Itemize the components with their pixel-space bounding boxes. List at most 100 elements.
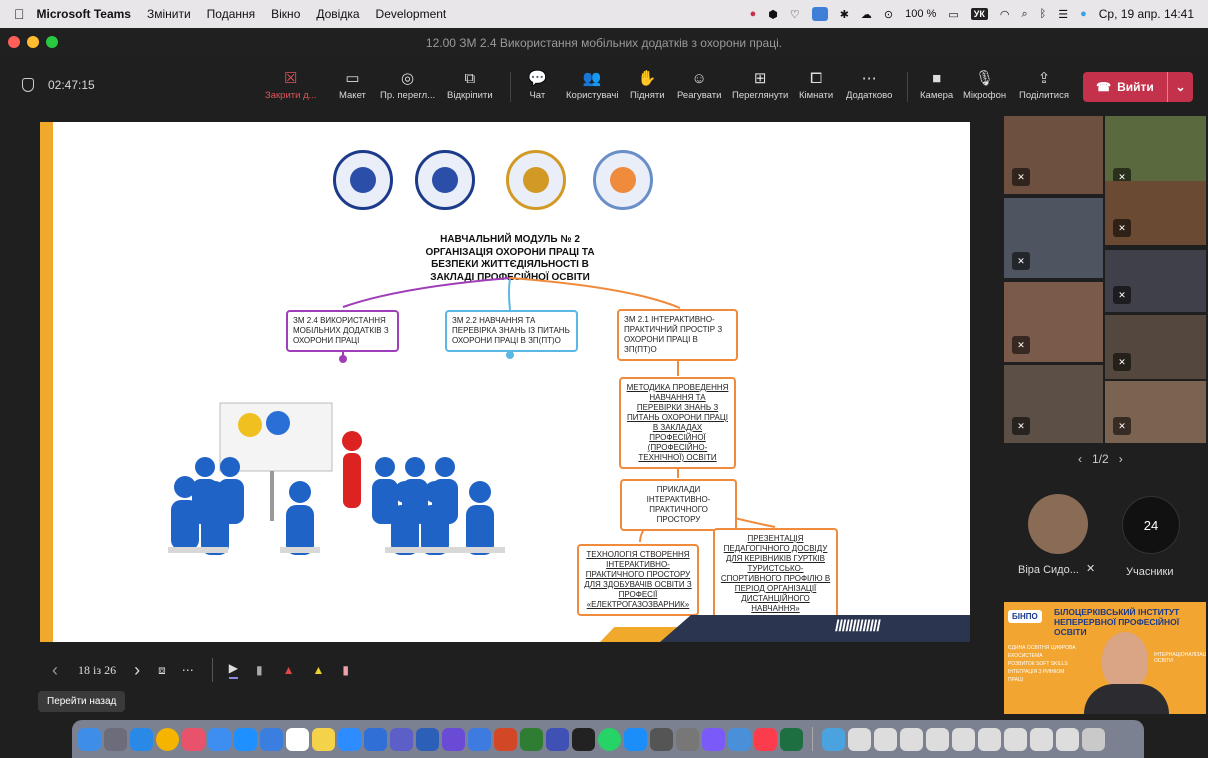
menu-window[interactable]: Вікно	[271, 7, 300, 21]
siri-icon[interactable]: ●	[1080, 8, 1087, 20]
search-icon[interactable]: ⌕	[1021, 8, 1027, 21]
users-button[interactable]: 👥 Користувачі	[566, 66, 618, 101]
eraser-tool-icon[interactable]: ▮	[256, 663, 263, 677]
next-slide-icon[interactable]: ›	[134, 660, 140, 681]
more-button[interactable]: ⋯ Додатково	[846, 66, 892, 101]
speaker-video-tile[interactable]: БІНПО БІЛОЦЕРКІВСЬКИЙ ІНСТИТУТ НЕПЕРЕРВН…	[1004, 602, 1206, 714]
viber-icon[interactable]	[702, 727, 725, 751]
react-button[interactable]: ☺ Реагувати	[677, 66, 721, 102]
participant-tile[interactable]: ✕	[1004, 282, 1103, 362]
settings-icon[interactable]	[676, 727, 699, 751]
pen-red-icon[interactable]: ▲	[283, 663, 295, 677]
app-icon[interactable]	[260, 727, 283, 751]
pen-pink-icon[interactable]: ▮	[342, 663, 349, 677]
safari-icon[interactable]	[130, 727, 153, 751]
chevron-down-icon[interactable]: ⌄	[1167, 72, 1193, 102]
node-technology[interactable]: ТЕХНОЛОГІЯ СТВОРЕННЯ ІНТЕРАКТИВНО-ПРАКТИ…	[577, 544, 699, 616]
more-options-icon[interactable]: ⋯	[182, 663, 194, 677]
notes-icon[interactable]	[312, 727, 335, 751]
calculator-icon[interactable]	[650, 727, 673, 751]
bluetooth-icon[interactable]: ᛒ	[1040, 8, 1047, 20]
menu-app-name[interactable]: Microsoft Teams	[37, 7, 131, 21]
window-thumb-icon[interactable]	[1056, 727, 1079, 751]
participant-tile[interactable]: ✕	[1105, 181, 1206, 245]
window-thumb-icon[interactable]	[926, 727, 949, 751]
telegram-icon[interactable]	[234, 727, 257, 751]
window-thumb-icon[interactable]	[848, 727, 871, 751]
participant-tile[interactable]: ✕	[1105, 250, 1206, 312]
layout-button[interactable]: ▭ Макет	[339, 66, 366, 101]
menu-development[interactable]: Development	[376, 7, 447, 21]
menu-help[interactable]: Довідка	[316, 7, 359, 21]
raise-hand-button[interactable]: ✋ Підняти	[630, 66, 665, 101]
node-presentation[interactable]: ПРЕЗЕНТАЦІЯ ПЕДАГОГІЧНОГО ДОСВІДУ ДЛЯ КЕ…	[713, 528, 838, 620]
word-icon[interactable]	[416, 727, 439, 751]
status-heart-icon[interactable]: ♡	[790, 8, 800, 21]
rooms-button[interactable]: ⧠ Кімнати	[799, 66, 833, 102]
menu-view[interactable]: Подання	[207, 7, 255, 21]
chat-button[interactable]: 💬 Чат	[528, 66, 547, 101]
window-thumb-icon[interactable]	[952, 727, 975, 751]
window-thumb-icon[interactable]	[1030, 727, 1053, 751]
shield-icon[interactable]	[22, 78, 34, 92]
app-icon[interactable]	[520, 727, 543, 751]
minimize-window-button[interactable]	[27, 36, 39, 48]
app-icon[interactable]	[546, 727, 569, 751]
chevron-left-icon[interactable]: ‹	[1078, 452, 1082, 466]
camera-button[interactable]: ■ Камера	[920, 66, 953, 102]
status-app-icon[interactable]: ●	[750, 8, 757, 20]
highlighter-icon[interactable]: ▲	[312, 663, 324, 677]
prev-slide-icon[interactable]: ‹	[52, 660, 58, 681]
wifi-icon[interactable]: ◠	[1000, 8, 1010, 21]
zoom-icon[interactable]	[338, 727, 361, 751]
datetime[interactable]: Ср, 19 апр. 14:41	[1099, 7, 1194, 21]
powerpoint-icon[interactable]	[494, 727, 517, 751]
whatsapp-icon[interactable]	[598, 727, 621, 751]
finder-icon[interactable]	[78, 727, 101, 751]
participant-tile[interactable]: ✕	[1004, 365, 1103, 443]
apple-icon[interactable]: 	[14, 6, 25, 22]
slides-grid-icon[interactable]: ⧈	[158, 663, 166, 678]
app-icon[interactable]	[572, 727, 595, 751]
chrome-icon[interactable]	[156, 727, 179, 751]
viber-icon[interactable]	[442, 727, 465, 751]
pointer-tool-icon[interactable]: ▶	[228, 661, 238, 679]
app-icon[interactable]	[728, 727, 751, 751]
participant-tile[interactable]: ✕	[1105, 381, 1206, 443]
status-play-icon[interactable]: ⊙	[884, 8, 893, 21]
battery-icon[interactable]: ▭	[948, 8, 958, 21]
excel-icon[interactable]	[780, 727, 803, 751]
music-icon[interactable]	[754, 727, 777, 751]
window-thumb-icon[interactable]	[874, 727, 897, 751]
leave-button[interactable]: ☎ Вийти ⌄	[1083, 72, 1193, 102]
appstore-icon[interactable]	[624, 727, 647, 751]
menu-edit[interactable]: Змінити	[147, 7, 191, 21]
status-shield-icon[interactable]: ⬢	[768, 8, 778, 21]
teams-icon[interactable]	[390, 727, 413, 751]
calendar-icon[interactable]	[286, 727, 309, 751]
chevron-right-icon[interactable]: ›	[1119, 452, 1123, 466]
status-app3-icon[interactable]: ✱	[840, 8, 849, 21]
participant-tile[interactable]: ✕	[1004, 198, 1103, 278]
share-button[interactable]: ⇪ Поділитися	[1019, 66, 1069, 101]
downloads-icon[interactable]	[822, 727, 845, 751]
photos-icon[interactable]	[182, 727, 205, 751]
window-thumb-icon[interactable]	[1004, 727, 1027, 751]
launchpad-icon[interactable]	[104, 727, 127, 751]
zoom-window-button[interactable]	[46, 36, 58, 48]
app-icon[interactable]	[468, 727, 491, 751]
window-thumb-icon[interactable]	[900, 727, 923, 751]
popout-button[interactable]: ⧉ Відкріпити	[447, 66, 493, 102]
node-methodology[interactable]: МЕТОДИКА ПРОВЕДЕННЯ НАВЧАННЯ ТА ПЕРЕВІРК…	[619, 377, 736, 469]
view-button[interactable]: ⊞ Переглянути	[732, 66, 788, 101]
keyboard-layout[interactable]: УК	[970, 8, 988, 20]
participant-tile[interactable]: ✕	[1004, 116, 1103, 194]
participants-count[interactable]: 24	[1122, 496, 1180, 554]
app-icon[interactable]	[364, 727, 387, 751]
status-cloud-icon[interactable]: ☁	[861, 8, 872, 21]
window-thumb-icon[interactable]	[978, 727, 1001, 751]
preview-button[interactable]: ◎ Пр. перегл...	[380, 66, 435, 101]
mic-button[interactable]: 🎙 Мікрофон	[963, 66, 1006, 101]
control-center-icon[interactable]: ☰	[1058, 8, 1068, 21]
close-share-button[interactable]: ☒ Закрити д...	[265, 66, 317, 101]
